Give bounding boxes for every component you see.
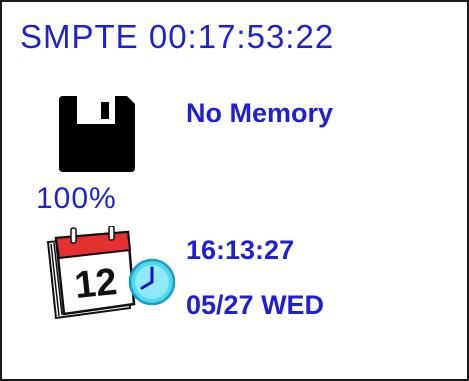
current-date: 05/27 WED xyxy=(186,290,325,320)
current-time: 16:13:27 xyxy=(186,235,295,265)
calendar-clock-icon: 12 xyxy=(46,226,176,320)
storage-percent: 100% xyxy=(36,182,117,215)
smpte-timecode: SMPTE 00:17:53:22 xyxy=(20,18,335,55)
memory-status: No Memory xyxy=(186,98,334,128)
calendar-day-number: 12 xyxy=(73,261,119,307)
status-screen: SMPTE 00:17:53:22 No Memory 100% 12 16:1… xyxy=(0,0,469,381)
floppy-disk-icon xyxy=(59,96,135,172)
